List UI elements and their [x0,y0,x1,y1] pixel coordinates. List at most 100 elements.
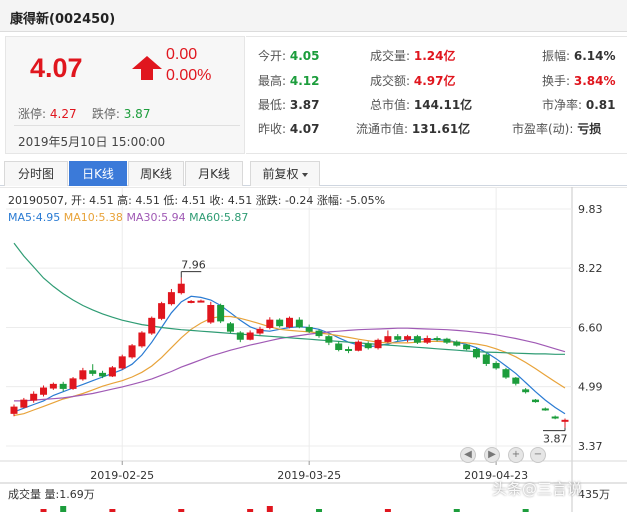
stat-amplitude: 振幅: 6.14% [542,49,616,63]
limit-up-label: 涨停: [18,107,47,121]
chart-tabs: 分时图 日K线 周K线 月K线 前复权 [0,161,627,186]
price-panel: 4.07 0.00 0.00% 涨停: 4.27 跌停: 3.87 2019年5… [5,36,245,154]
candle-body [531,399,539,403]
ma5-line [13,295,566,415]
candle-body [99,372,107,377]
candle-body [148,317,156,334]
limit-up-value: 4.27 [49,107,77,121]
candle-body [69,378,77,389]
candle-body [236,332,244,340]
ma60-line [13,242,565,355]
candle-body [394,336,402,340]
volume-bar [60,506,67,512]
candle-body [463,344,471,350]
candle-body [413,336,421,343]
candle-body [453,341,461,346]
kline-chart[interactable]: 9.83 8.22 6.60 4.99 3.37 435万 2019-02-25 2019-… [0,187,627,512]
candle-body [49,383,57,389]
candle-body [404,336,412,340]
candle-body [167,292,175,305]
candle-body [295,319,303,328]
candle-body [502,369,510,378]
stat-turnover-rate: 换手: 3.84% [542,74,616,88]
candle-body [354,341,362,351]
title-bar: 康得新(002450) [0,0,627,32]
candle-body [217,304,225,322]
x-tick-label: 2019-03-25 [277,469,341,482]
candle-body [256,328,264,334]
limit-down-value: 3.87 [123,107,151,121]
divider [14,125,240,126]
zoom-out-button[interactable]: − [530,447,546,463]
ma-lines [13,242,566,417]
candle-body [345,349,353,352]
candle-body [79,370,87,380]
stat-open: 今开: 4.05 [258,49,320,63]
candle-body [226,323,234,332]
candle-body [482,354,490,364]
tab-weekly-k[interactable]: 周K线 [128,161,184,186]
volume-bar [266,506,273,512]
candle-body [177,283,185,294]
ma5-label: MA5:4.95 [8,211,61,224]
candle-info: 20190507, 开: 4.51 高: 4.51 低: 4.51 收: 4.5… [8,194,386,207]
y-tick-label: 3.37 [578,440,603,453]
zoom-in-button[interactable]: + [508,447,524,463]
scroll-left-button[interactable]: ◀ [460,447,476,463]
candle-body [40,387,48,395]
chart-grid [0,187,627,512]
candle-body [59,383,67,389]
ma10-label: MA10:5.38 [63,211,123,224]
candle-body [472,349,480,358]
scroll-right-button[interactable]: ▶ [484,447,500,463]
candle-body [443,338,451,343]
adjust-dropdown[interactable]: 前复权 [250,161,320,186]
candle-body [335,343,343,351]
candle-body [374,339,382,349]
current-price: 4.07 [30,53,83,83]
candle-body [561,419,569,422]
x-tick-label: 2019-02-25 [90,469,154,482]
y-tick-label: 8.22 [578,262,603,275]
candle-body [286,317,293,328]
x-axis: 2019-02-25 2019-03-25 2019-04-23 [90,461,528,482]
tab-intraday[interactable]: 分时图 [4,161,68,186]
ma10-line [13,315,566,417]
limit-down-label: 跌停: [91,107,120,121]
stat-volume: 成交量: 1.24亿 [370,49,456,63]
max-price-label: 7.96 [181,259,206,272]
stats-panel: 今开: 4.05 成交量: 1.24亿 振幅: 6.14% 最高: 4.12 成… [246,36,627,154]
tab-monthly-k[interactable]: 月K线 [185,161,243,186]
y-tick-label: 4.99 [578,381,603,394]
candle-body [266,319,274,328]
stat-market-cap: 总市值: 144.11亿 [370,98,473,112]
watermark: 头条@三言说 [492,480,583,498]
y-tick-label: 9.83 [578,203,603,216]
candle-body [492,362,500,369]
candle-body [118,356,126,369]
tab-daily-k[interactable]: 日K线 [69,161,127,186]
quote-datetime: 2019年5月10日 15:00:00 [18,135,166,149]
candle-body [207,304,215,323]
arrow-up-icon [132,56,162,80]
ma-legend: MA5:4.95 MA10:5.38 MA30:5.94 MA60:5.87 [8,211,248,224]
candle-body [276,319,284,327]
candle-body [108,367,116,377]
candle-body [138,332,146,347]
candle-body [423,338,431,343]
stat-high: 最高: 4.12 [258,74,320,88]
candle-body [89,370,97,374]
candle-body [197,300,205,303]
stat-pb: 市净率: 0.81 [542,98,616,112]
annotations: 7.96 3.87 [180,259,568,446]
candle-body [541,408,549,411]
stock-title: 康得新(002450) [10,12,116,27]
volume-bars [40,506,529,512]
change-value: 0.00 [166,46,198,63]
candle-body [30,393,38,401]
ma60-label: MA60:5.87 [189,211,249,224]
candle-body [551,416,559,419]
candle-body [20,399,28,408]
price-change: 0.00 0.00% [166,44,211,86]
change-percent: 0.00% [166,67,212,84]
